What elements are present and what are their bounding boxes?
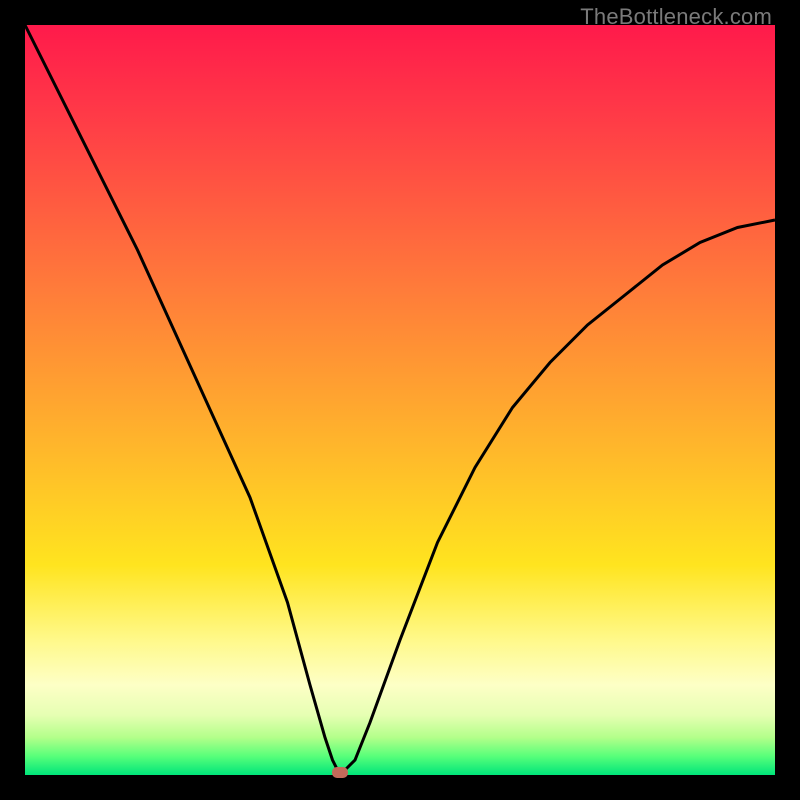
min-marker-icon (332, 767, 348, 778)
curve-line (25, 25, 775, 775)
chart-frame: TheBottleneck.com (0, 0, 800, 800)
bottleneck-curve (25, 25, 775, 775)
plot-area (25, 25, 775, 775)
